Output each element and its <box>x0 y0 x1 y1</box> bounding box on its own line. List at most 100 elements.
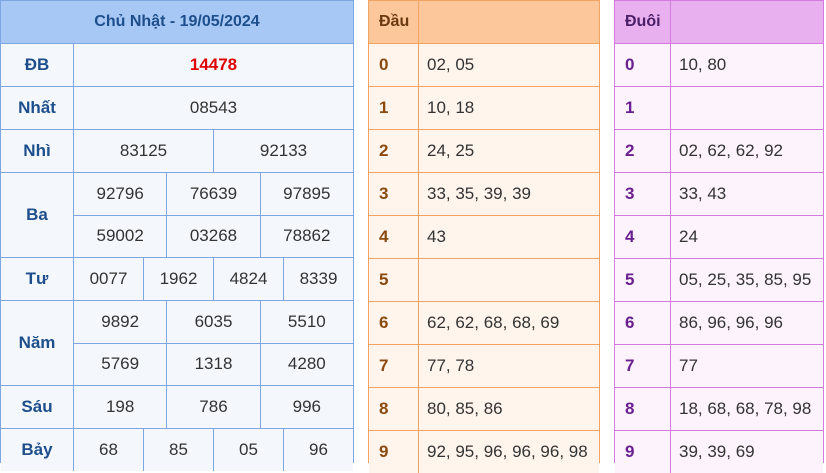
prize-line: 83125 92133 <box>74 130 353 172</box>
prize-numbers: 14478 <box>74 44 353 86</box>
duoi-values <box>671 87 823 129</box>
dau-row: 6 62, 62, 68, 68, 69 <box>369 302 599 345</box>
duoi-digit: 2 <box>615 130 671 172</box>
duoi-values: 39, 39, 69 <box>679 442 755 461</box>
prize-label: Nhất <box>1 87 74 129</box>
dau-values: 43 <box>427 227 446 246</box>
duoi-row: 8 18, 68, 68, 78, 98 <box>615 388 823 431</box>
dau-digit: 5 <box>369 259 419 301</box>
dau-table: Đầu 0 02, 05 1 10, 18 2 24, 25 3 33, 35, 39, 39… <box>368 0 600 473</box>
duoi-digit: 3 <box>615 173 671 215</box>
prize-row: Sáu 198 786 996 <box>1 386 353 429</box>
special-prize-number: 14478 <box>74 44 353 86</box>
prize-row: Nhì 83125 92133 <box>1 130 353 173</box>
duoi-digit: 4 <box>615 216 671 258</box>
duoi-row: 5 05, 25, 35, 85, 95 <box>615 259 823 302</box>
duoi-digit: 1 <box>615 87 671 129</box>
dau-values: 02, 05 <box>427 55 475 74</box>
prize-number: 6035 <box>166 301 260 343</box>
prize-line: 59002 03268 78862 <box>74 214 353 257</box>
prize-numbers: 83125 92133 <box>74 130 353 172</box>
prize-number: 198 <box>74 386 167 428</box>
prize-line: 5769 1318 4280 <box>74 342 353 385</box>
prize-label: Tư <box>1 258 74 300</box>
prize-number: 5510 <box>259 301 353 343</box>
duoi-values: 86, 96, 96, 96 <box>679 313 783 332</box>
dau-values: 92, 95, 96, 96, 96, 98 <box>427 442 588 461</box>
dau-row: 3 33, 35, 39, 39 <box>369 173 599 216</box>
duoi-values: 77 <box>679 356 698 375</box>
duoi-digit: 5 <box>615 259 671 301</box>
prize-numbers: 198 786 996 <box>74 386 353 428</box>
dau-header-label: Đầu <box>369 1 419 43</box>
duoi-values: 18, 68, 68, 78, 98 <box>679 399 812 418</box>
duoi-digit: 8 <box>615 388 671 430</box>
duoi-row: 1 <box>615 87 823 130</box>
duoi-row: 9 39, 39, 69 <box>615 431 823 473</box>
prize-number: 92796 <box>74 173 167 215</box>
prize-row: ĐB 14478 <box>1 44 353 87</box>
duoi-header-label: Đuôi <box>615 1 671 43</box>
prize-number: 4280 <box>259 343 353 385</box>
duoi-digit: 9 <box>615 431 671 473</box>
prize-line: 0077 1962 4824 8339 <box>74 258 353 300</box>
duoi-values: 33, 43 <box>679 184 727 203</box>
prize-number: 08543 <box>74 87 353 129</box>
prize-line: 198 786 996 <box>74 386 353 428</box>
duoi-rows: 0 10, 80 1 2 02, 62, 62, 92 3 33, 43 4 24 5 05, 25… <box>615 44 823 473</box>
prize-number: 5769 <box>74 343 167 385</box>
prize-numbers: 92796 76639 97895 59002 03268 78862 <box>74 173 353 257</box>
duoi-row: 2 02, 62, 62, 92 <box>615 130 823 173</box>
prize-numbers: 0077 1962 4824 8339 <box>74 258 353 300</box>
dau-row: 9 92, 95, 96, 96, 96, 98 <box>369 431 599 473</box>
duoi-row: 7 77 <box>615 345 823 388</box>
dau-values <box>419 259 599 301</box>
dau-row: 7 77, 78 <box>369 345 599 388</box>
duoi-row: 6 86, 96, 96, 96 <box>615 302 823 345</box>
dau-row: 2 24, 25 <box>369 130 599 173</box>
prize-number: 1318 <box>166 343 260 385</box>
prize-number: 97895 <box>259 173 353 215</box>
prize-number: 786 <box>166 386 260 428</box>
prize-number: 92133 <box>213 130 353 172</box>
dau-digit: 9 <box>369 431 419 473</box>
duoi-values: 02, 62, 62, 92 <box>679 141 783 160</box>
duoi-digit: 0 <box>615 44 671 86</box>
duoi-digit: 6 <box>615 302 671 344</box>
prize-number: 0077 <box>74 258 143 300</box>
prize-row: Tư 0077 1962 4824 8339 <box>1 258 353 301</box>
prize-number: 996 <box>259 386 353 428</box>
results-table: Chủ Nhật - 19/05/2024 ĐB 14478 Nhất 08543 Nh… <box>0 0 354 471</box>
prize-number: 78862 <box>259 215 353 257</box>
dau-digit: 2 <box>369 130 419 172</box>
prize-row: Ba 92796 76639 97895 59002 03268 78862 <box>1 173 353 258</box>
prize-label: Năm <box>1 301 74 385</box>
duoi-row: 4 24 <box>615 216 823 259</box>
prize-number: 9892 <box>74 301 167 343</box>
prize-numbers: 08543 <box>74 87 353 129</box>
prize-number: 4824 <box>213 258 283 300</box>
dau-row: 5 <box>369 259 599 302</box>
duoi-values: 05, 25, 35, 85, 95 <box>679 270 812 289</box>
dau-values: 24, 25 <box>427 141 475 160</box>
dau-header-row: Đầu <box>369 1 599 44</box>
dau-values: 77, 78 <box>427 356 475 375</box>
duoi-row: 0 10, 80 <box>615 44 823 87</box>
dau-values: 62, 62, 68, 68, 69 <box>427 313 560 332</box>
prize-line: 14478 <box>74 44 353 86</box>
duoi-row: 3 33, 43 <box>615 173 823 216</box>
prize-line: 08543 <box>74 87 353 129</box>
dau-digit: 4 <box>369 216 419 258</box>
prize-row: Năm 9892 6035 5510 5769 1318 4280 <box>1 301 353 386</box>
dau-digit: 0 <box>369 44 419 86</box>
prize-row: Nhất 08543 <box>1 87 353 130</box>
prize-number: 03268 <box>166 215 260 257</box>
dau-values: 33, 35, 39, 39 <box>427 184 531 203</box>
dau-digit: 1 <box>369 87 419 129</box>
dau-digit: 6 <box>369 302 419 344</box>
dau-digit: 8 <box>369 388 419 430</box>
dau-values: 80, 85, 86 <box>427 399 503 418</box>
dau-row: 0 02, 05 <box>369 44 599 87</box>
dau-digit: 7 <box>369 345 419 387</box>
prize-number: 59002 <box>74 215 167 257</box>
